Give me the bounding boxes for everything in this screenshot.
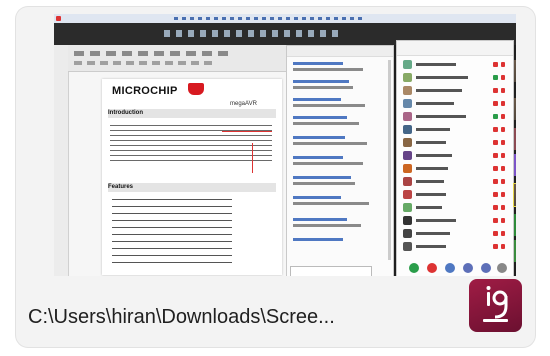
participant-row bbox=[403, 228, 507, 240]
video-tile bbox=[514, 60, 516, 82]
more-control-icon bbox=[497, 263, 507, 273]
chat-message bbox=[293, 68, 363, 71]
video-tile: N bbox=[514, 240, 516, 262]
chat-message bbox=[293, 98, 341, 101]
pdf-logo-text: MICROCHIP bbox=[112, 85, 178, 97]
chat-message bbox=[293, 136, 345, 139]
pdf-viewer-window: MICROCHIP megaAVR Introduction Features bbox=[54, 45, 286, 276]
video-tile: C bbox=[514, 128, 516, 150]
chat-message bbox=[293, 176, 351, 179]
chat-message bbox=[293, 218, 347, 221]
video-tile bbox=[513, 183, 516, 207]
participant-row bbox=[403, 124, 507, 136]
chat-message bbox=[293, 156, 343, 159]
participant-row bbox=[403, 72, 507, 84]
pdf-sidebar bbox=[54, 45, 69, 276]
features-list bbox=[112, 199, 232, 269]
chat-message bbox=[293, 122, 359, 125]
video-tile: V bbox=[514, 214, 516, 236]
video-tile bbox=[514, 98, 516, 120]
participant-row bbox=[403, 215, 507, 227]
participant-row bbox=[403, 150, 507, 162]
annotation-line bbox=[222, 131, 272, 132]
pdf-page: MICROCHIP megaAVR Introduction Features bbox=[102, 79, 282, 275]
file-path-label: C:\Users\hiran\Downloads\Scree... bbox=[28, 306, 335, 328]
chat-message bbox=[293, 238, 343, 241]
participants-panel bbox=[396, 40, 514, 276]
participant-row bbox=[403, 98, 507, 110]
participant-row bbox=[403, 85, 507, 97]
close-icon bbox=[56, 16, 61, 21]
window-title-bar bbox=[54, 14, 516, 23]
ig-app-icon bbox=[469, 279, 522, 332]
participant-row bbox=[403, 241, 507, 253]
screenshot-thumbnail[interactable]: MICROCHIP megaAVR Introduction Features bbox=[54, 14, 516, 276]
title-text-blur bbox=[174, 17, 364, 20]
participants-control-icon bbox=[481, 263, 491, 273]
chat-message bbox=[293, 196, 341, 199]
chat-message bbox=[293, 202, 369, 205]
chat-message bbox=[293, 62, 343, 65]
camera-control-icon bbox=[427, 263, 437, 273]
toolbar-icons bbox=[164, 30, 344, 37]
participants-header bbox=[397, 41, 513, 56]
participant-row bbox=[403, 202, 507, 214]
pdf-tools bbox=[74, 61, 214, 65]
pdf-toolbar bbox=[68, 45, 286, 72]
participant-row bbox=[403, 176, 507, 188]
section-introduction: Introduction bbox=[108, 110, 143, 116]
chat-message bbox=[293, 162, 363, 165]
chat-message bbox=[293, 116, 347, 119]
participant-row bbox=[403, 111, 507, 123]
chat-control-icon bbox=[463, 263, 473, 273]
chat-message bbox=[293, 224, 361, 227]
section-features: Features bbox=[108, 184, 134, 190]
chat-message bbox=[293, 86, 353, 89]
chat-message bbox=[293, 142, 367, 145]
pdf-tabs bbox=[74, 51, 234, 56]
chat-scrollbar bbox=[388, 60, 391, 260]
chat-header bbox=[287, 46, 393, 57]
section-bar-features bbox=[108, 183, 276, 192]
video-tile: M bbox=[514, 154, 516, 176]
pdf-doc-subtitle: megaAVR bbox=[230, 101, 257, 107]
chat-message bbox=[293, 104, 365, 107]
annotation-line bbox=[252, 143, 253, 173]
participant-row bbox=[403, 59, 507, 71]
chat-panel bbox=[286, 45, 394, 276]
chat-message bbox=[293, 182, 355, 185]
mic-control-icon bbox=[409, 263, 419, 273]
participant-row bbox=[403, 189, 507, 201]
participant-row bbox=[403, 137, 507, 149]
chat-message bbox=[293, 80, 349, 83]
chat-input bbox=[290, 266, 372, 276]
participant-row bbox=[403, 163, 507, 175]
microchip-logo-icon bbox=[188, 83, 204, 95]
share-control-icon bbox=[445, 263, 455, 273]
